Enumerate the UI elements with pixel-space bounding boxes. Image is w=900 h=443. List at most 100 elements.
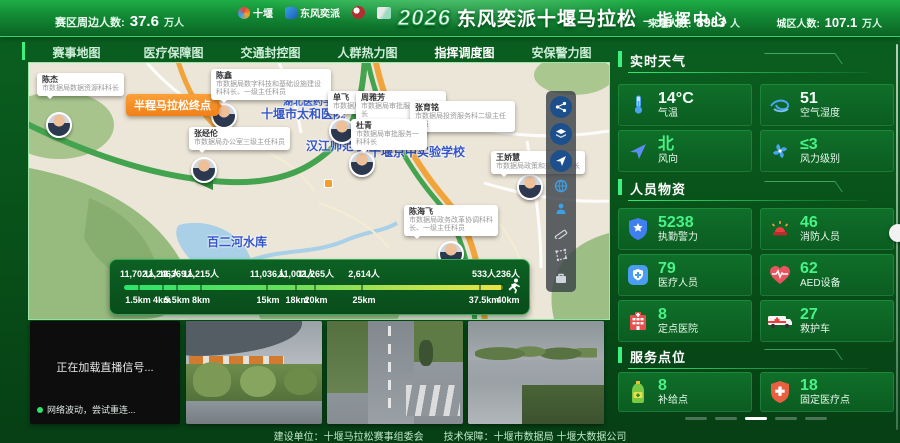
weather-card-temperature: 14°C气温	[618, 84, 752, 126]
person-callout: 陈杰 市数据局数据资源科科长	[37, 73, 124, 96]
section-title: 实时天气	[630, 51, 686, 70]
place-label: 百二河水库	[207, 233, 267, 250]
loading-text: 正在加载直播信号...	[30, 359, 180, 375]
section-personnel-header: 人员物资	[618, 178, 894, 198]
runner-count: 11,265人	[298, 267, 334, 280]
km-label: 1.5km	[125, 295, 151, 305]
pagination-dash[interactable]	[775, 417, 797, 420]
emblem-logo-icon	[352, 6, 365, 19]
globe-icon[interactable]	[552, 177, 570, 195]
tab-security-map[interactable]: 安保警力图	[513, 44, 610, 61]
ambulance-icon	[760, 311, 800, 331]
dongfeng-yipai-logo: 东风奕派	[285, 5, 340, 20]
km-label: 5.5km	[164, 295, 190, 305]
medical-staff-icon	[618, 264, 658, 286]
person-callout: 陈海飞 市数据局政务改革协调科科长、一级主任科员	[404, 205, 498, 236]
scroll-handle[interactable]	[889, 224, 900, 242]
person-callout: 陈鑫 市数据局数字科技和基础设施建设科科长、一级主任科员	[211, 69, 331, 100]
title-year: 2026	[398, 5, 451, 31]
pagination-dash[interactable]	[805, 417, 827, 420]
command-center-dashboard: 赛区周边人数: 37.6 万人 十堰 东风奕派 2026 东风奕派十堰马拉松 –…	[0, 0, 900, 443]
tab-event-map[interactable]: 赛事地图	[28, 44, 125, 61]
wind-direction-icon	[618, 141, 658, 161]
share-icon[interactable]	[550, 96, 572, 118]
measure-icon[interactable]	[552, 223, 570, 241]
thermometer-icon	[618, 94, 658, 116]
stat-card-medical-point: 18固定医疗点	[760, 372, 894, 412]
stat-label: 赛区周边人数:	[55, 17, 125, 29]
briefcase-icon[interactable]	[552, 269, 570, 287]
section-title: 人员物资	[630, 179, 686, 198]
dongfeng-logo-icon	[285, 7, 297, 19]
polygon-icon[interactable]	[552, 246, 570, 264]
tab-heatmap[interactable]: 人群热力图	[319, 44, 416, 61]
runner-icon	[507, 278, 521, 299]
service-pagination	[618, 417, 894, 420]
hospital-icon	[618, 310, 658, 332]
km-label: 37.5km	[469, 295, 500, 305]
km-label: 15km	[256, 295, 279, 305]
humidity-icon	[760, 96, 800, 114]
tab-dispatch-map[interactable]: 指挥调度图	[416, 44, 513, 61]
shiyan-logo: 十堰	[238, 5, 273, 20]
stat-surrounding-population: 赛区周边人数: 37.6 万人	[55, 13, 184, 30]
landmark-icon[interactable]	[552, 200, 570, 218]
footer-credits: 建设单位：十堰马拉松赛事组委会 技术保障：十堰市数据局 十堰大数据公司	[0, 428, 900, 443]
video-feed-street[interactable]	[468, 321, 604, 424]
runner-count: 533人	[472, 267, 496, 280]
page-title: 2026 东风奕派十堰马拉松 – 指挥中心	[398, 4, 729, 31]
weather-card-wind-direction: 北风向	[618, 130, 752, 172]
pagination-dash[interactable]	[715, 417, 737, 420]
weather-card-wind-power: ≤3风力级别	[760, 130, 894, 172]
status-dot-icon	[37, 407, 43, 413]
stat-card-fire: 46消防人员	[760, 208, 894, 250]
title-main: 东风奕派十堰马拉松	[457, 4, 637, 31]
siren-icon	[760, 218, 800, 240]
stat-card-medical-staff: 79医疗人员	[618, 254, 752, 296]
km-label: 20km	[304, 295, 327, 305]
person-marker[interactable]	[517, 174, 543, 200]
section-services-header: 服务点位	[618, 346, 894, 366]
video-feed-loading[interactable]: 正在加载直播信号... 网络波动，尝试重连...	[30, 321, 180, 424]
runner-logo-icon	[377, 7, 391, 19]
navigate-icon[interactable]	[550, 150, 572, 172]
video-feed-stadium[interactable]	[186, 321, 322, 424]
network-status: 网络波动，尝试重连...	[37, 403, 136, 416]
supply-bottle-icon	[618, 380, 658, 404]
km-label: 25km	[352, 295, 375, 305]
aed-heart-icon	[760, 264, 800, 286]
wind-power-icon	[760, 141, 800, 161]
map-toolbar	[546, 91, 576, 292]
section-weather-header: 实时天气	[618, 50, 894, 70]
runner-count: 11,215人	[183, 267, 219, 280]
stat-value: 37.6	[130, 13, 159, 30]
pagination-dash[interactable]	[685, 417, 707, 420]
police-shield-icon	[618, 217, 658, 241]
stat-urban-population: 城区人数: 107.1 万人	[777, 15, 882, 30]
person-callout: 张经伦 市数据局办公室三级主任科员	[189, 127, 290, 150]
stat-card-supply-point: 8补给点	[618, 372, 752, 412]
weather-card-humidity: 51空气湿度	[760, 84, 894, 126]
person-marker[interactable]	[191, 157, 217, 183]
route-track	[124, 285, 503, 290]
stat-unit: 万人	[164, 18, 184, 29]
section-title: 服务点位	[630, 347, 686, 366]
stat-card-hospital: 8定点医院	[618, 300, 752, 342]
poi-icon	[324, 179, 333, 188]
route-progress-panel: 11,702人 11,246人 11,369人 11,215人 11,036人 …	[109, 259, 530, 315]
tab-medical-map[interactable]: 医疗保障图	[125, 44, 222, 61]
sponsor-logos: 十堰 东风奕派	[238, 5, 391, 20]
video-feed-road[interactable]	[327, 321, 463, 424]
stat-card-aed: 62AED设备	[760, 254, 894, 296]
header-bar: 赛区周边人数: 37.6 万人 十堰 东风奕派 2026 东风奕派十堰马拉松 –…	[0, 0, 900, 37]
layers-icon[interactable]	[550, 123, 572, 145]
dispatch-map[interactable]: 湖北医药学院 十堰市太和医院 汉江师范学院 十堰京中实验学校 百二河水库 半程马…	[28, 62, 610, 320]
person-callout: 杜青 市数据局审批服务一科科长	[351, 119, 427, 150]
map-tab-bar: 赛事地图 医疗保障图 交通封控图 人群热力图 指挥调度图 安保警力图	[28, 40, 610, 64]
person-marker[interactable]	[46, 112, 72, 138]
title-sub: 指挥中心	[657, 6, 729, 30]
tab-traffic-map[interactable]: 交通封控图	[222, 44, 319, 61]
half-marathon-finish-label: 半程马拉松终点	[126, 94, 219, 116]
stat-card-ambulance: 27救护车	[760, 300, 894, 342]
pagination-dash-active[interactable]	[745, 417, 767, 420]
